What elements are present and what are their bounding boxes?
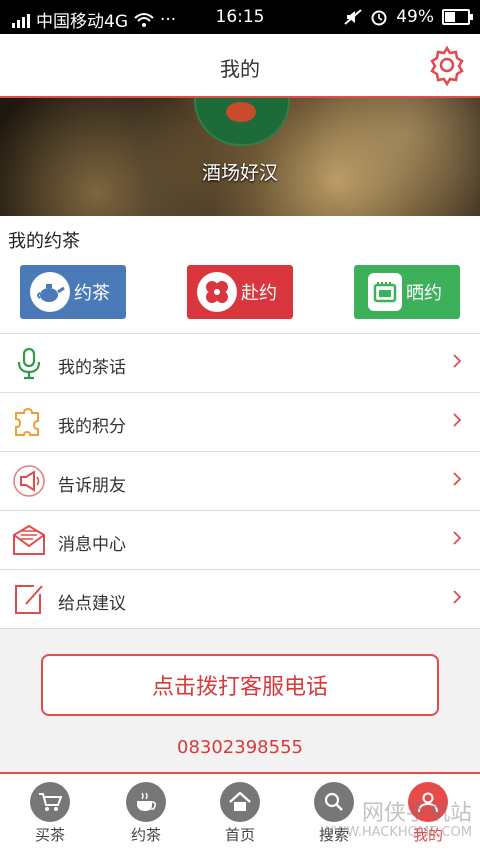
status-bar: 中国移动4G ··· 16:15 49% [0, 0, 480, 34]
battery-fill [445, 12, 455, 22]
microphone-icon [17, 347, 41, 380]
menu-item-label: 告诉朋友 [58, 476, 126, 496]
menu-list: 我的茶话 我的积分 告诉朋友 消息中心 给点建议 [0, 333, 480, 629]
menu-item-label: 给点建议 [58, 594, 126, 614]
section-title: 我的约茶 [8, 231, 80, 252]
envelope-icon [13, 524, 45, 555]
menu-item-label: 我的茶话 [58, 358, 126, 378]
section-my-tea-appointments: 我的约茶 [0, 216, 480, 259]
gear-icon[interactable] [426, 44, 468, 86]
tab-label: 约茶 [130, 826, 161, 844]
megaphone-icon [13, 465, 45, 497]
action-buttons: 约茶 赴约 晒约 [0, 258, 480, 333]
page-title: 我的 [220, 57, 260, 81]
watermark: 网侠手机站 WWW.HACKHOME.COM [321, 795, 472, 840]
chevron-right-icon [453, 590, 462, 604]
cart-icon [30, 782, 70, 822]
alarm-icon [371, 10, 387, 26]
call-service-label: 点击拨打客服电话 [151, 675, 328, 700]
fu-yue-label: 赴约 [241, 283, 277, 304]
service-phone-number[interactable]: 08302398555 [0, 737, 480, 758]
yue-cha-label: 约茶 [74, 283, 110, 304]
menu-item-suggestions[interactable]: 给点建议 [0, 570, 480, 629]
tab-label: 买茶 [34, 826, 65, 844]
menu-item-tea-talk[interactable]: 我的茶话 [0, 334, 480, 393]
top-header: 我的 [0, 34, 480, 98]
tab-home[interactable]: 首页 [192, 782, 288, 845]
tea-cup-icon [126, 782, 166, 822]
username: 酒场好汉 [201, 162, 278, 184]
menu-item-label: 我的积分 [58, 417, 126, 437]
puzzle-icon [15, 407, 39, 436]
menu-item-message-center[interactable]: 消息中心 [0, 511, 480, 570]
edit-icon [15, 585, 43, 614]
chevron-right-icon [453, 472, 462, 486]
shai-yue-label: 晒约 [406, 283, 442, 304]
watermark-line1: 网侠手机站 [361, 801, 472, 826]
watermark-line2: WWW.HACKHOME.COM [320, 825, 472, 840]
tab-buy-tea[interactable]: 买茶 [2, 782, 98, 845]
avatar-image [226, 102, 256, 122]
call-service-button[interactable]: 点击拨打客服电话 [41, 654, 439, 716]
chevron-right-icon [453, 413, 462, 427]
yue-cha-button[interactable]: 约茶 [20, 265, 126, 319]
fu-yue-button[interactable]: 赴约 [187, 265, 293, 319]
teapot-icon [30, 272, 70, 312]
avatar[interactable] [194, 98, 290, 146]
profile-banner: 酒场好汉 [0, 98, 480, 216]
chevron-right-icon [453, 531, 462, 545]
mute-icon [344, 9, 362, 25]
tab-label: 首页 [224, 826, 255, 844]
menu-item-points[interactable]: 我的积分 [0, 393, 480, 452]
shai-yue-button[interactable]: 晒约 [354, 265, 460, 319]
photo-frame-icon [368, 273, 402, 311]
home-icon [220, 782, 260, 822]
tab-yue-cha[interactable]: 约茶 [98, 782, 194, 845]
status-right: 49% [344, 7, 473, 27]
battery-icon [442, 9, 473, 25]
chevron-right-icon [453, 354, 462, 368]
menu-item-tell-friends[interactable]: 告诉朋友 [0, 452, 480, 511]
puzzle-flower-icon [197, 272, 237, 312]
menu-item-label: 消息中心 [58, 535, 126, 555]
battery-label: 49% [396, 7, 434, 27]
